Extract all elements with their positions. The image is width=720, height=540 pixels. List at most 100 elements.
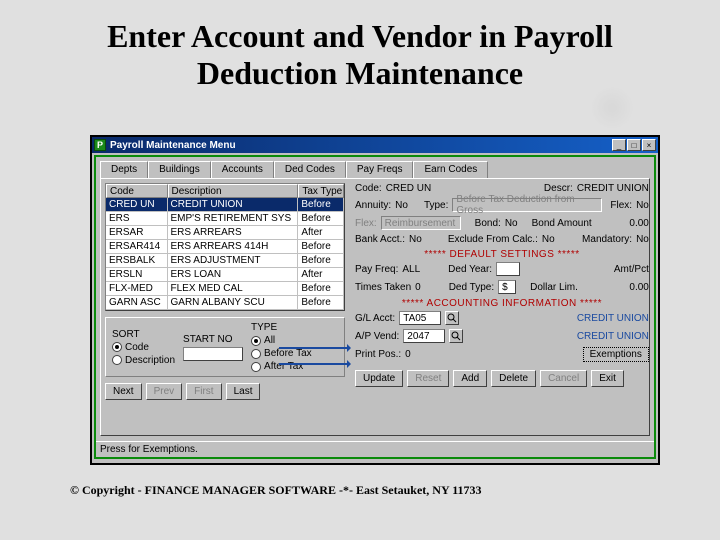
print-pos-value: 0 [405, 349, 411, 360]
maximize-button[interactable]: □ [627, 139, 641, 151]
table-row[interactable]: ERSBALK ERS ADJUSTMENT Before [106, 254, 344, 268]
close-button[interactable]: × [642, 139, 656, 151]
sort-by-description[interactable]: Description [112, 355, 175, 366]
pay-freq-value: ALL [402, 264, 420, 275]
times-value: 0 [415, 282, 421, 293]
minimize-button[interactable]: _ [612, 139, 626, 151]
last-button[interactable]: Last [226, 383, 261, 400]
ap-lookup-icon[interactable] [449, 329, 463, 343]
sort-title: SORT [112, 329, 175, 340]
bank-label: Bank Acct.: [355, 234, 405, 245]
sort-by-code[interactable]: Code [112, 342, 175, 353]
dollar-lim-label: Dollar Lim. [530, 282, 578, 293]
reimbursement-select[interactable]: Reimbursement [381, 216, 461, 230]
delete-button[interactable]: Delete [491, 370, 536, 387]
next-button[interactable]: Next [105, 383, 142, 400]
table-row[interactable]: FLX-MED FLEX MED CAL Before [106, 282, 344, 296]
window-title: Payroll Maintenance Menu [110, 140, 612, 151]
type-select[interactable]: Before Tax Deduction from Gross [452, 198, 602, 212]
descr-label: Descr: [544, 183, 573, 194]
detail-pane: Code: CRED UN Descr: CREDIT UNION Annuit… [349, 179, 655, 435]
col-tax-type[interactable]: Tax Type [298, 184, 344, 198]
bond-amount-value: 0.00 [629, 218, 648, 229]
ded-year-label: Ded Year: [448, 264, 492, 275]
flex-value: No [636, 200, 649, 211]
exclude-label: Exclude From Calc.: [448, 234, 538, 245]
dollar-lim-value: 0.00 [629, 282, 648, 293]
status-bar: Press for Exemptions. [96, 441, 654, 457]
code-label: Code: [355, 183, 382, 194]
ded-type-input[interactable]: $ [498, 280, 516, 294]
content-frame: Depts Buildings Accounts Ded Codes Pay F… [94, 155, 656, 459]
amt-pct-label: Amt/Pct [614, 264, 649, 275]
deduction-grid[interactable]: Code Description Tax Type CRED UN CREDIT… [105, 183, 345, 311]
gl-acct-label: G/L Acct: [355, 313, 395, 324]
start-no-input[interactable] [183, 347, 243, 361]
bond-label: Bond: [475, 218, 501, 229]
tab-panel: Code Description Tax Type CRED UN CREDIT… [100, 178, 650, 436]
table-row[interactable]: ERS EMP'S RETIREMENT SYS Before [106, 212, 344, 226]
descr-value: CREDIT UNION [577, 183, 649, 194]
ded-year-input[interactable] [496, 262, 520, 276]
exclude-value: No [542, 234, 555, 245]
annuity-label: Annuity: [355, 200, 391, 211]
slide-title: Enter Account and Vendor in Payroll Dedu… [0, 0, 720, 100]
tab-pay-freqs[interactable]: Pay Freqs [346, 161, 414, 178]
type-before-tax[interactable]: Before Tax [251, 348, 312, 359]
prev-button[interactable]: Prev [146, 383, 183, 400]
ap-vend-desc: CREDIT UNION [577, 331, 649, 342]
app-window: P Payroll Maintenance Menu _ □ × Depts B… [90, 135, 660, 465]
annuity-value: No [395, 200, 408, 211]
nav-buttons: Next Prev First Last [105, 383, 345, 400]
flex-sub-label: Flex: [355, 218, 377, 229]
exit-button[interactable]: Exit [591, 370, 624, 387]
tab-ded-codes[interactable]: Ded Codes [274, 161, 346, 178]
titlebar: P Payroll Maintenance Menu _ □ × [92, 137, 658, 153]
arrow-gl-icon [279, 347, 349, 349]
pay-freq-label: Pay Freq: [355, 264, 398, 275]
times-label: Times Taken [355, 282, 411, 293]
tab-buildings[interactable]: Buildings [148, 161, 211, 178]
ap-vend-label: A/P Vend: [355, 331, 399, 342]
arrow-ap-icon [279, 363, 349, 365]
app-icon: P [94, 139, 106, 151]
table-row[interactable]: ERSLN ERS LOAN After [106, 268, 344, 282]
col-code[interactable]: Code [106, 184, 168, 198]
exemptions-button[interactable]: Exemptions [583, 347, 649, 362]
accounting-header: ***** ACCOUNTING INFORMATION ***** [355, 298, 649, 309]
mandatory-value: No [636, 234, 649, 245]
type-all[interactable]: All [251, 335, 312, 346]
ap-vend-input[interactable]: 2047 [403, 329, 445, 343]
start-no-label: START NO [183, 334, 243, 345]
defaults-header: ***** DEFAULT SETTINGS ***** [355, 249, 649, 260]
update-button[interactable]: Update [355, 370, 403, 387]
gl-acct-desc: CREDIT UNION [577, 313, 649, 324]
print-pos-label: Print Pos.: [355, 349, 401, 360]
left-pane: Code Description Tax Type CRED UN CREDIT… [101, 179, 349, 435]
type-label: TYPE [251, 322, 312, 333]
bond-value: No [505, 218, 518, 229]
tab-accounts[interactable]: Accounts [211, 161, 274, 178]
tab-depts[interactable]: Depts [100, 161, 148, 178]
reset-button[interactable]: Reset [407, 370, 449, 387]
table-row[interactable]: GARN ASC GARN ALBANY SCU Before [106, 296, 344, 310]
tab-earn-codes[interactable]: Earn Codes [413, 161, 488, 178]
table-row[interactable]: ERSAR ERS ARREARS After [106, 226, 344, 240]
bond-amount-label: Bond Amount [532, 218, 592, 229]
col-description[interactable]: Description [168, 184, 299, 198]
cancel-button[interactable]: Cancel [540, 370, 587, 387]
mandatory-label: Mandatory: [582, 234, 632, 245]
gl-lookup-icon[interactable] [445, 311, 459, 325]
first-button[interactable]: First [186, 383, 221, 400]
table-row[interactable]: CRED UN CREDIT UNION Before [106, 198, 344, 212]
action-buttons: Update Reset Add Delete Cancel Exit [355, 370, 649, 387]
code-value: CRED UN [386, 183, 432, 194]
table-row[interactable]: ERSAR414 ERS ARREARS 414H Before [106, 240, 344, 254]
add-button[interactable]: Add [453, 370, 487, 387]
tab-bar: Depts Buildings Accounts Ded Codes Pay F… [96, 157, 654, 178]
window-controls: _ □ × [612, 139, 656, 151]
ded-type-label: Ded Type: [449, 282, 494, 293]
copyright-text: © Copyright - FINANCE MANAGER SOFTWARE -… [70, 483, 482, 498]
type-detail-label: Type: [424, 200, 448, 211]
gl-acct-input[interactable]: TA05 [399, 311, 441, 325]
